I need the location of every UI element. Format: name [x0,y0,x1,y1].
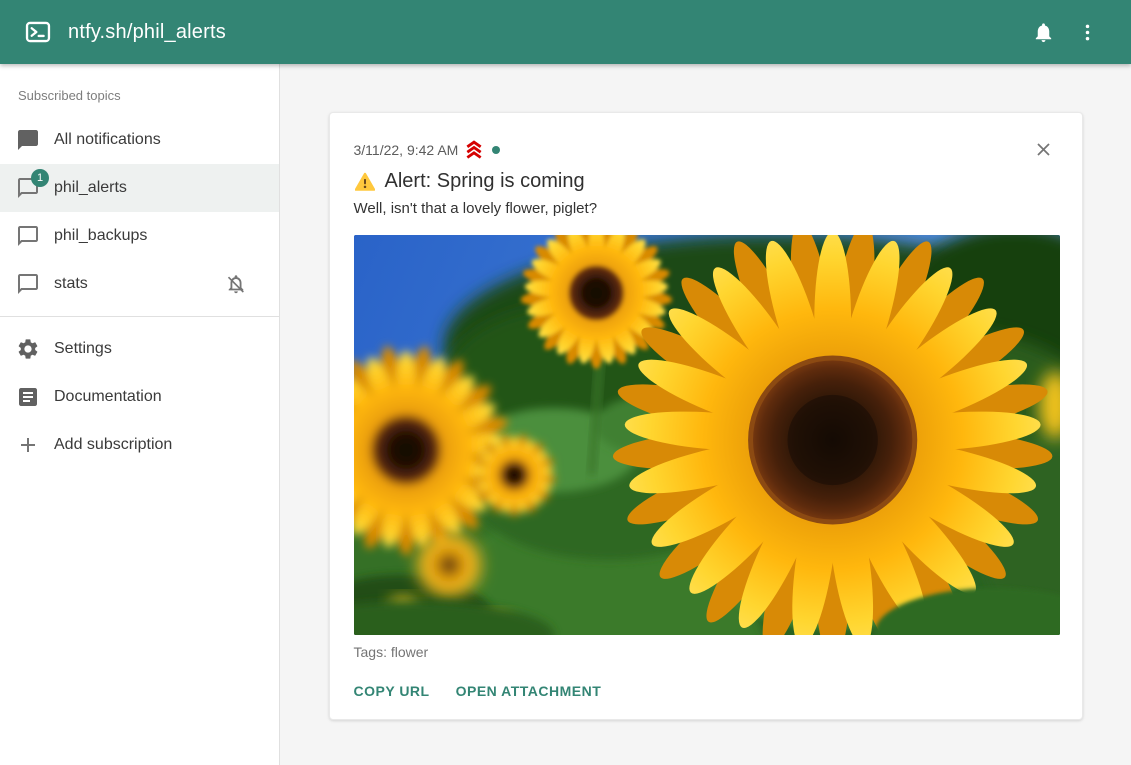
notification-actions: COPY URL OPEN ATTACHMENT [354,683,1058,699]
unread-count-badge: 1 [31,169,49,187]
close-icon [1033,139,1054,160]
sidebar-divider [0,316,279,317]
open-attachment-button[interactable]: OPEN ATTACHMENT [456,683,602,699]
sidebar-item-label: stats [54,275,88,293]
sidebar-item-label: phil_backups [54,227,147,245]
main-content: 3/11/22, 9:42 AM Alert: Spring is coming… [280,64,1131,765]
notifications-muted-icon [225,273,247,295]
document-icon [16,385,40,409]
kebab-menu-icon [1077,22,1098,43]
notification-meta-row: 3/11/22, 9:42 AM [354,140,1058,160]
sidebar: Subscribed topics All notifications 1 ph… [0,64,280,765]
sidebar-item-add-subscription[interactable]: Add subscription [0,421,279,469]
bell-icon [1032,21,1055,44]
ntfy-terminal-logo-icon [22,18,54,46]
sidebar-item-label: Settings [54,340,112,358]
notification-title-row: Alert: Spring is coming [354,170,1058,193]
overflow-menu-button[interactable] [1065,10,1109,54]
sidebar-item-documentation[interactable]: Documentation [0,373,279,421]
copy-url-button[interactable]: COPY URL [354,683,430,699]
notification-body: Well, isn't that a lovely flower, piglet… [354,200,1058,217]
gear-icon [16,337,40,361]
sidebar-item-label: All notifications [54,131,161,149]
page-title: ntfy.sh/phil_alerts [68,21,226,44]
sidebar-item-phil-backups[interactable]: phil_backups [0,212,279,260]
notifications-bell-button[interactable] [1021,10,1065,54]
plus-icon [16,433,40,457]
priority-max-icon [463,140,485,160]
attachment-image-sunflowers[interactable] [354,235,1060,635]
notification-timestamp: 3/11/22, 9:42 AM [354,142,459,158]
chat-bubble-outline-icon [16,272,40,296]
sidebar-item-label: Documentation [54,388,162,406]
sidebar-item-all-notifications[interactable]: All notifications [0,116,279,164]
notification-title: Alert: Spring is coming [385,170,585,193]
sidebar-item-stats[interactable]: stats [0,260,279,308]
sidebar-item-label: phil_alerts [54,179,127,197]
unread-dot-indicator [492,146,500,154]
app-header: ntfy.sh/phil_alerts [0,0,1131,64]
sidebar-item-phil-alerts[interactable]: 1 phil_alerts [0,164,279,212]
notification-card: 3/11/22, 9:42 AM Alert: Spring is coming… [329,112,1083,720]
notification-tags: Tags: flower [354,644,1058,660]
chat-bubble-outline-icon [16,224,40,248]
chat-bubble-outline-icon: 1 [16,176,40,200]
chat-bubble-filled-icon [16,128,40,152]
close-notification-button[interactable] [1032,139,1056,163]
sidebar-item-label: Add subscription [54,436,172,454]
warning-icon [354,172,376,192]
sidebar-item-settings[interactable]: Settings [0,325,279,373]
subscribed-topics-label: Subscribed topics [0,88,279,103]
